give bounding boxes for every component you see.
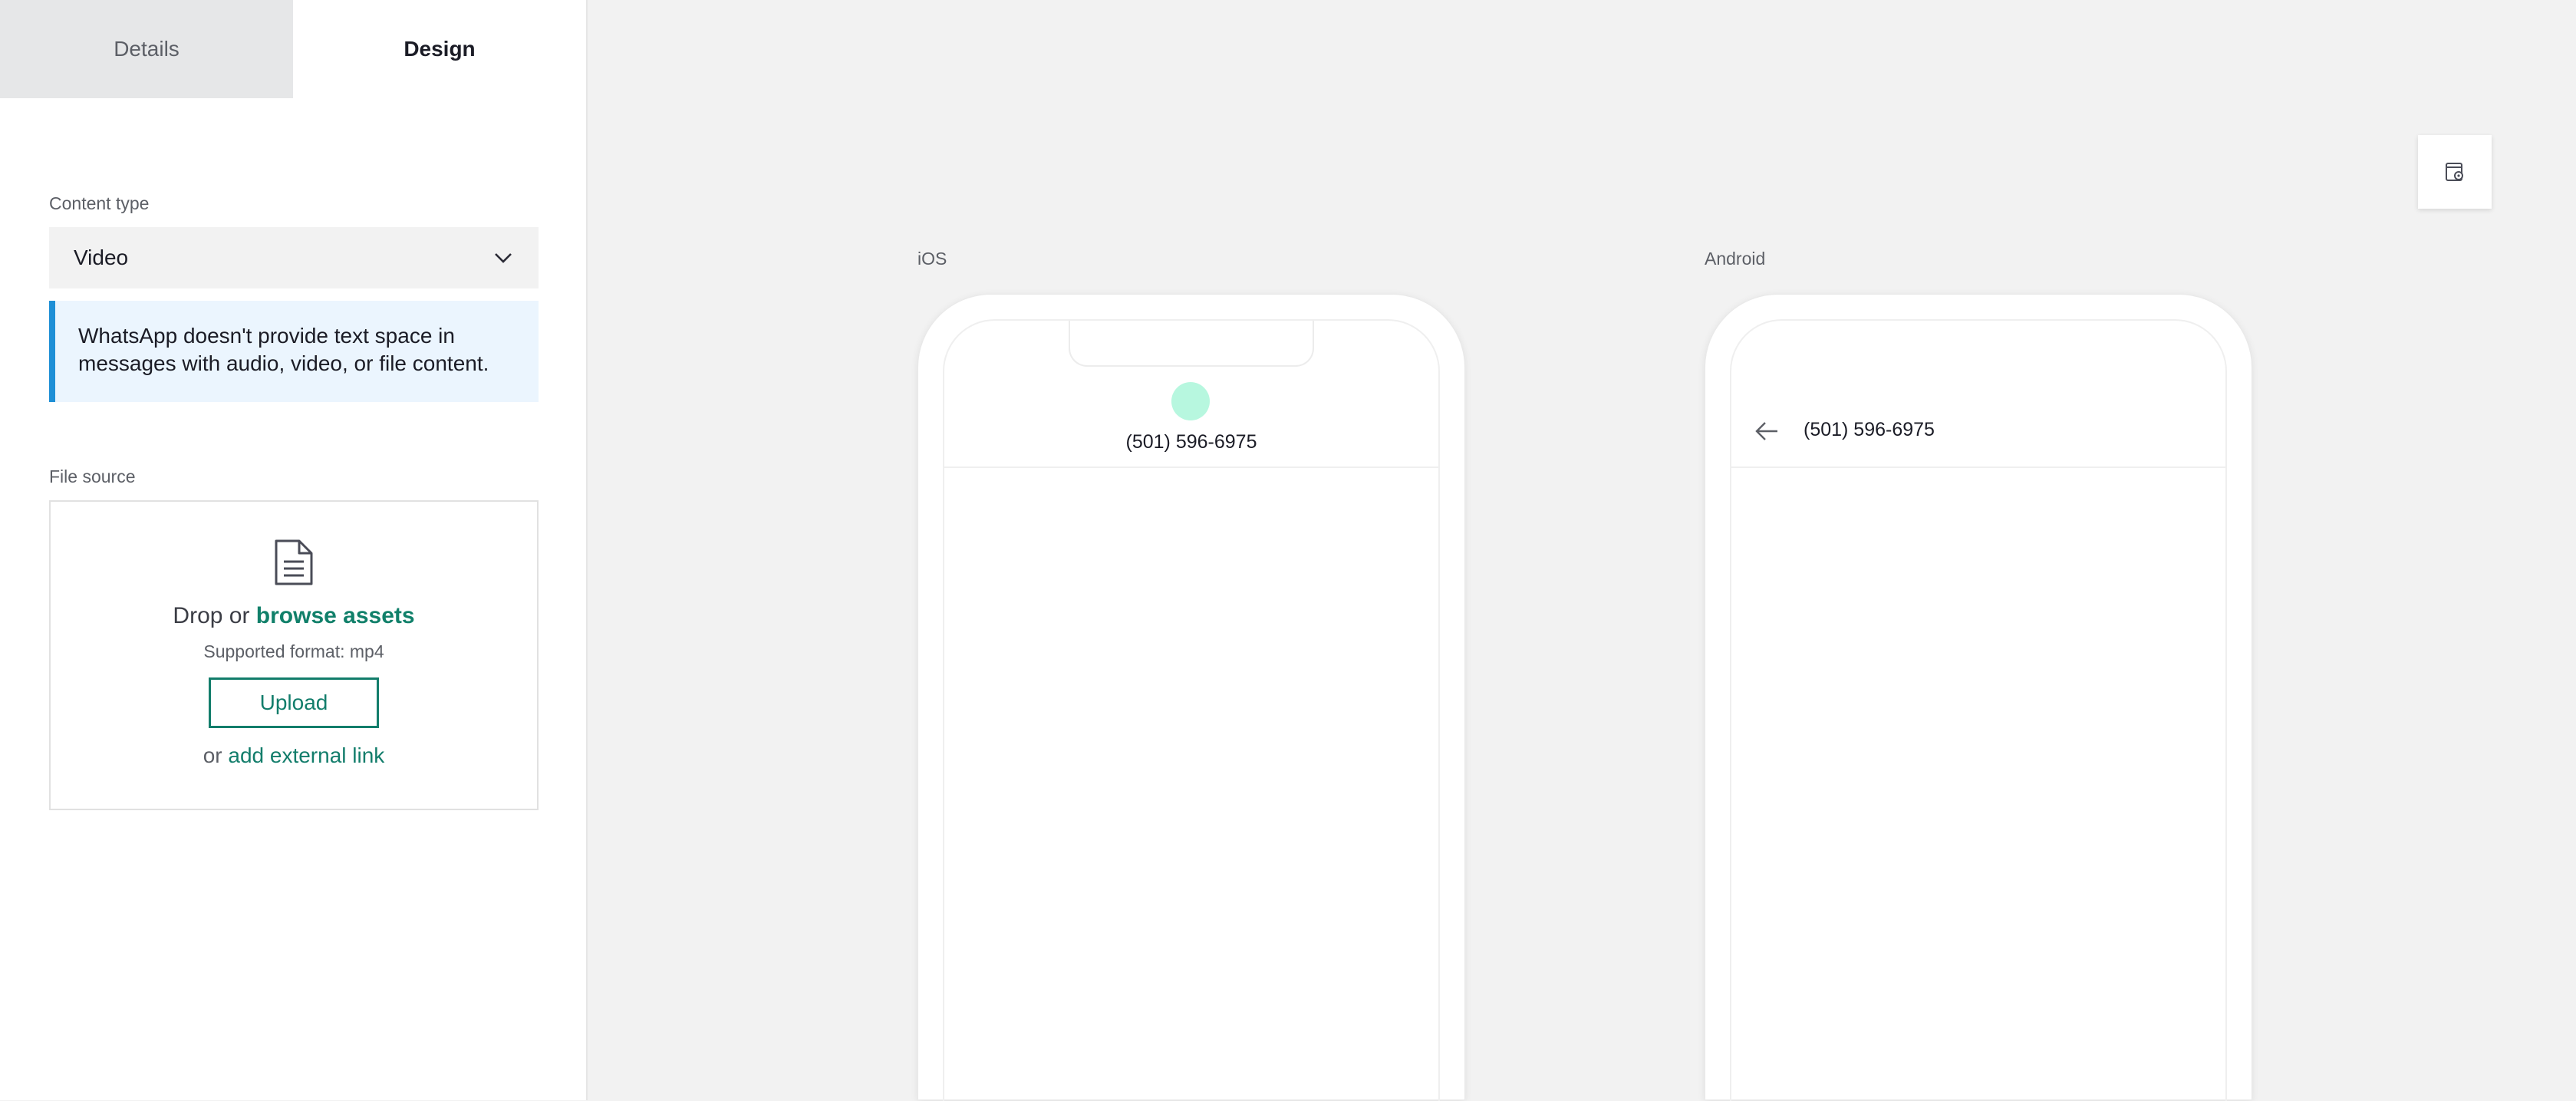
android-screen: (501) 596-6975 [1730,319,2227,1101]
external-link-line: or add external link [203,743,385,768]
drop-prefix: Drop or [173,603,256,628]
ios-contact-number: (501) 596-6975 [1125,431,1257,453]
tab-bar: Details Design [0,0,586,98]
android-contact-number: (501) 596-6975 [1804,419,1935,440]
upload-button[interactable]: Upload [209,677,379,728]
preview-settings-button[interactable] [2418,135,2492,209]
avatar [1171,382,1210,420]
ios-screen: (501) 596-6975 [943,319,1440,1101]
info-notice: WhatsApp doesn't provide text space in m… [49,301,539,402]
supported-format-text: Supported format: mp4 [203,641,384,661]
ios-notch [1069,321,1314,367]
android-label: Android [1705,249,1766,269]
browse-assets-link[interactable]: browse assets [256,603,415,628]
drop-instructions: Drop or browse assets [173,603,414,629]
document-icon [275,539,313,585]
android-chat-header: (501) 596-6975 [1731,321,2225,468]
tab-design[interactable]: Design [293,0,586,98]
content-type-label: Content type [49,193,150,213]
content-type-select[interactable]: Video [49,227,539,288]
info-notice-text: WhatsApp doesn't provide text space in m… [78,324,489,375]
external-prefix: or [203,743,229,767]
add-external-link[interactable]: add external link [228,743,384,767]
ios-label: iOS [917,249,947,269]
ios-phone-preview: (501) 596-6975 [917,294,1465,1101]
file-drop-zone[interactable]: Drop or browse assets Supported format: … [49,500,539,810]
preview-settings-icon [2446,163,2463,181]
arrow-left-icon[interactable] [1754,420,1779,442]
content-type-value: Video [74,246,129,269]
file-source-label: File source [49,466,136,486]
android-phone-preview: (501) 596-6975 [1705,294,2252,1101]
settings-panel: Details Design Content type Video WhatsA… [0,0,588,1100]
chevron-down-icon [495,253,512,263]
tab-details[interactable]: Details [0,0,293,98]
